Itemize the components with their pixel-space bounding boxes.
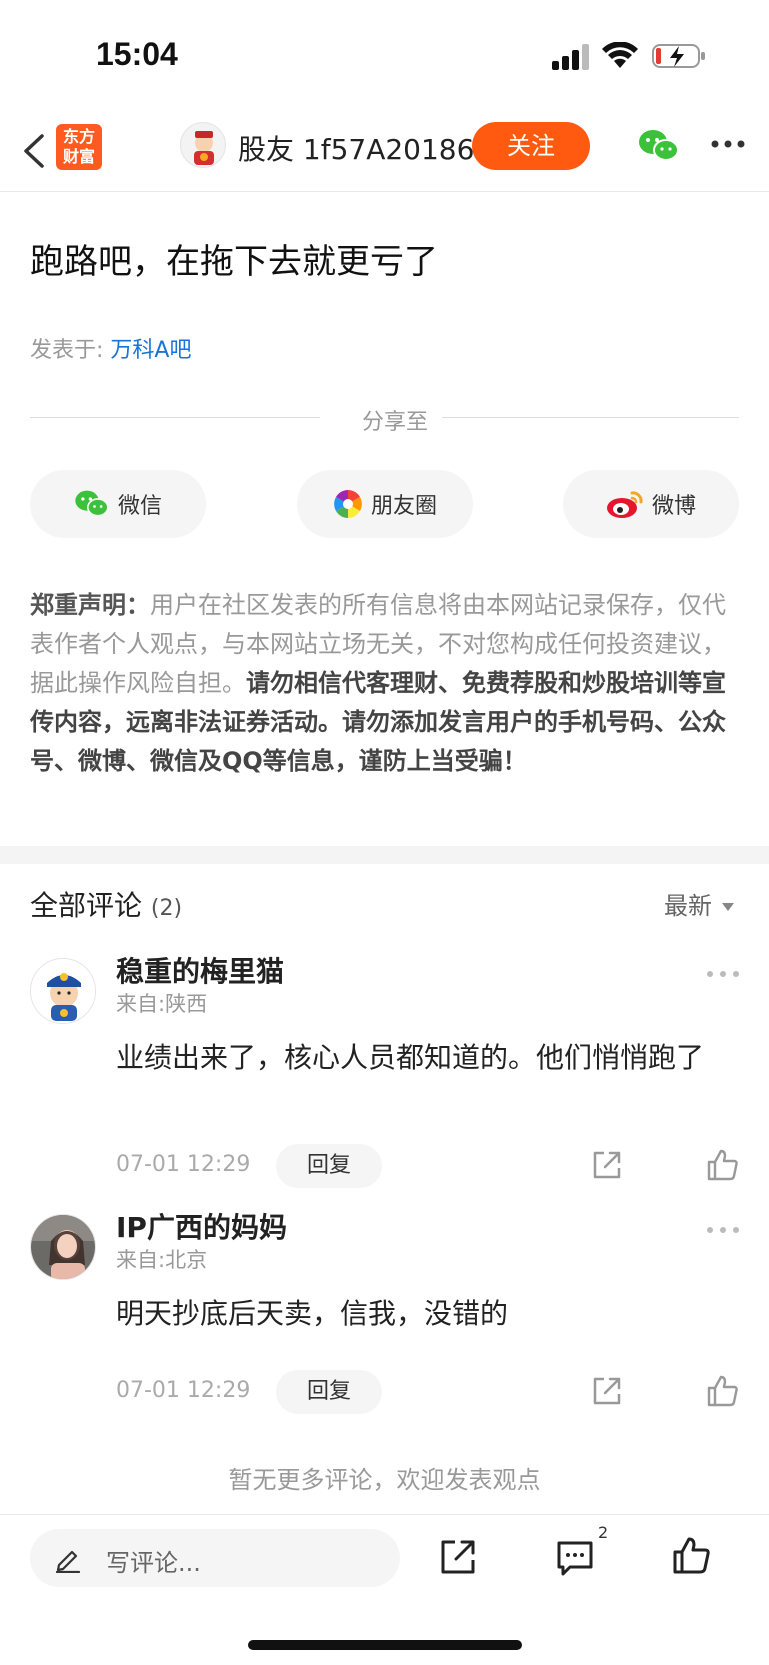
sort-dropdown[interactable]: 最新 bbox=[664, 886, 734, 921]
reply-button[interactable]: 回复 bbox=[276, 1370, 382, 1414]
author-username[interactable]: 股友 1f57A20186 bbox=[238, 128, 474, 168]
share-icon[interactable] bbox=[590, 1148, 624, 1182]
disclaimer-label: 郑重声明： bbox=[30, 591, 150, 619]
status-bar: 15:04 bbox=[0, 0, 769, 110]
comment-more-icon[interactable] bbox=[706, 970, 740, 978]
battery-charging-icon bbox=[652, 44, 705, 68]
post-title: 跑路吧，在拖下去就更亏了 bbox=[30, 242, 438, 282]
share-weibo-button[interactable]: 微博 bbox=[563, 470, 739, 538]
caret-down-icon bbox=[722, 903, 734, 911]
moments-aperture-icon bbox=[333, 490, 362, 518]
share-wechat-button[interactable]: 微信 bbox=[30, 470, 206, 538]
share-icon[interactable] bbox=[590, 1374, 624, 1408]
pen-icon bbox=[55, 1550, 81, 1573]
comment-text: 明天抄底后天卖，信我，没错的 bbox=[116, 1297, 509, 1330]
author-avatar[interactable] bbox=[180, 122, 226, 168]
status-time: 15:04 bbox=[96, 36, 178, 72]
share-icon[interactable] bbox=[438, 1537, 478, 1577]
sort-label: 最新 bbox=[664, 892, 712, 920]
commenter-name[interactable]: IP广西的妈妈 bbox=[116, 1206, 287, 1246]
comment-icon[interactable] bbox=[556, 1539, 594, 1577]
commenter-location: 来自:陕西 bbox=[116, 992, 208, 1016]
share-weibo-label: 微博 bbox=[651, 494, 696, 519]
comments-header: 全部评论 (2) bbox=[30, 884, 182, 924]
no-more-comments: 暂无更多评论，欢迎发表观点 bbox=[228, 1466, 541, 1494]
top-nav-bar: 东方 财富 股友 1f57A20186 关注 bbox=[0, 110, 769, 192]
wifi-icon bbox=[602, 42, 638, 68]
share-wechat-label: 微信 bbox=[117, 494, 162, 519]
bar-link[interactable]: 万科A吧 bbox=[110, 338, 191, 363]
comment-text: 业绩出来了，核心人员都知道的。他们悄悄跑了 bbox=[116, 1041, 705, 1074]
disclaimer: 郑重声明：用户在社区发表的所有信息将由本网站记录保存，仅代表作者个人观点，与本网… bbox=[30, 586, 742, 781]
eastmoney-logo[interactable]: 东方 财富 bbox=[56, 124, 102, 170]
share-divider: 分享至 bbox=[30, 402, 739, 435]
posted-prefix: 发表于: bbox=[30, 338, 111, 363]
share-moments-button[interactable]: 朋友圈 bbox=[297, 470, 473, 538]
commenter-name[interactable]: 稳重的梅里猫 bbox=[116, 950, 284, 990]
comment-time: 07-01 12:29 bbox=[116, 1152, 251, 1177]
comment-input[interactable]: 写评论... bbox=[30, 1529, 400, 1587]
comment-time: 07-01 12:29 bbox=[116, 1378, 251, 1403]
share-divider-label: 分享至 bbox=[361, 410, 428, 435]
follow-button[interactable]: 关注 bbox=[472, 122, 590, 170]
comments-title: 全部评论 bbox=[30, 889, 143, 922]
comments-count: (2) bbox=[150, 896, 183, 921]
comment-more-icon[interactable] bbox=[706, 1226, 740, 1234]
weibo-icon bbox=[606, 491, 643, 518]
photo-avatar-icon bbox=[31, 1215, 95, 1279]
cellular-signal-icon bbox=[552, 44, 589, 70]
commenter-avatar[interactable] bbox=[30, 958, 96, 1024]
share-moments-label: 朋友圈 bbox=[370, 494, 437, 519]
reply-button[interactable]: 回复 bbox=[276, 1144, 382, 1188]
more-options-icon[interactable] bbox=[710, 138, 746, 150]
comment-count-badge: 2 bbox=[598, 1523, 609, 1542]
logo-line-1: 东方 bbox=[62, 127, 95, 146]
wechat-share-icon[interactable] bbox=[638, 128, 680, 164]
thumbs-up-icon[interactable] bbox=[706, 1374, 740, 1408]
section-gap bbox=[0, 846, 769, 864]
posted-in: 发表于: 万科A吧 bbox=[30, 332, 191, 364]
divider-line-right bbox=[442, 417, 739, 418]
thumbs-up-icon[interactable] bbox=[706, 1148, 740, 1182]
thumbs-up-icon[interactable] bbox=[672, 1535, 712, 1575]
commenter-avatar[interactable] bbox=[30, 1214, 96, 1280]
back-arrow-icon[interactable] bbox=[14, 128, 54, 174]
home-indicator[interactable] bbox=[248, 1640, 522, 1650]
commenter-location: 来自:北京 bbox=[116, 1248, 208, 1272]
god-of-wealth-avatar-icon bbox=[194, 131, 214, 165]
comment-input-placeholder: 写评论... bbox=[106, 1549, 201, 1577]
logo-line-2: 财富 bbox=[62, 147, 95, 166]
cartoon-officer-avatar-icon bbox=[31, 959, 95, 1023]
divider-line-left bbox=[30, 417, 320, 418]
wechat-icon bbox=[75, 490, 109, 517]
